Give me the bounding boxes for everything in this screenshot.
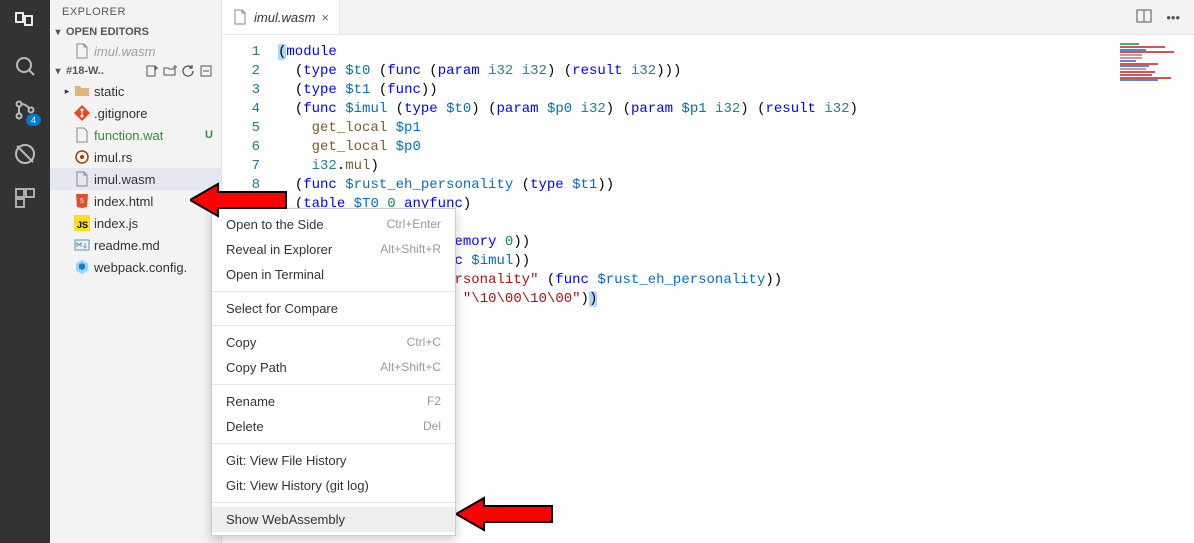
sidebar-title: EXPLORER [50,0,221,24]
folder-item-static[interactable]: ▸ static [50,80,221,102]
annotation-arrow-file [190,180,290,220]
sidebar: EXPLORER ▾ OPEN EDITORS imul.wasm ▾ #18-… [50,0,222,543]
menu-copy-path[interactable]: Copy PathAlt+Shift+C [212,355,455,380]
tab-bar: imul.wasm × ••• [222,0,1194,35]
file-icon [74,171,90,187]
minimap[interactable] [1120,43,1184,82]
webpack-icon [74,259,90,275]
file-icon [74,43,90,59]
html-icon: 5 [74,193,90,209]
git-icon [74,105,90,121]
refresh-icon[interactable] [181,64,195,78]
chevron-down-icon: ▾ [50,27,66,38]
tab-close-icon[interactable]: × [321,10,329,25]
file-item-gitignore[interactable]: .gitignore [50,102,221,124]
scm-icon[interactable]: 4 [11,96,39,124]
markdown-icon [74,237,90,253]
menu-delete[interactable]: DeleteDel [212,414,455,439]
menu-git-view-file-history[interactable]: Git: View File History [212,448,455,473]
menu-copy[interactable]: CopyCtrl+C [212,330,455,355]
file-icon [74,127,90,143]
js-icon: JS [74,215,90,231]
open-editor-file[interactable]: imul.wasm [50,40,221,62]
new-folder-icon[interactable] [163,64,177,78]
menu-reveal-in-explorer[interactable]: Reveal in ExplorerAlt+Shift+R [212,237,455,262]
chevron-down-icon: ▾ [50,66,66,77]
file-icon [232,9,248,25]
menu-rename[interactable]: RenameF2 [212,389,455,414]
search-icon[interactable] [11,52,39,80]
svg-text:5: 5 [80,198,84,205]
scm-badge: 4 [26,114,41,126]
folder-icon [74,83,90,99]
open-editor-name: imul.wasm [94,44,155,59]
rust-icon [74,149,90,165]
new-file-icon[interactable] [145,64,159,78]
activity-bar: 4 [0,0,50,543]
tab-label: imul.wasm [254,10,315,25]
menu-git-view-history-log[interactable]: Git: View History (git log) [212,473,455,498]
explorer-icon[interactable] [11,8,39,36]
menu-select-for-compare[interactable]: Select for Compare [212,296,455,321]
menu-show-webassembly[interactable]: Show WebAssembly [212,507,455,532]
debug-icon[interactable] [11,140,39,168]
annotation-arrow-menu [456,494,556,534]
collapse-icon[interactable] [199,64,213,78]
context-menu: Open to the SideCtrl+Enter Reveal in Exp… [211,208,456,536]
file-item-readme-md[interactable]: readme.md [50,234,221,256]
chevron-right-icon: ▸ [60,86,74,97]
file-item-webpack-config[interactable]: webpack.config. [50,256,221,278]
open-editors-header[interactable]: ▾ OPEN EDITORS [50,24,221,40]
more-icon[interactable]: ••• [1166,10,1180,25]
file-item-function-wat[interactable]: function.wat U [50,124,221,146]
file-item-imul-rs[interactable]: imul.rs [50,146,221,168]
svg-text:JS: JS [77,220,88,230]
project-header[interactable]: ▾ #18-W.. [50,62,221,80]
menu-open-in-terminal[interactable]: Open in Terminal [212,262,455,287]
split-editor-icon[interactable] [1136,8,1152,27]
tab-imul-wasm[interactable]: imul.wasm × [222,0,340,34]
extensions-icon[interactable] [11,184,39,212]
